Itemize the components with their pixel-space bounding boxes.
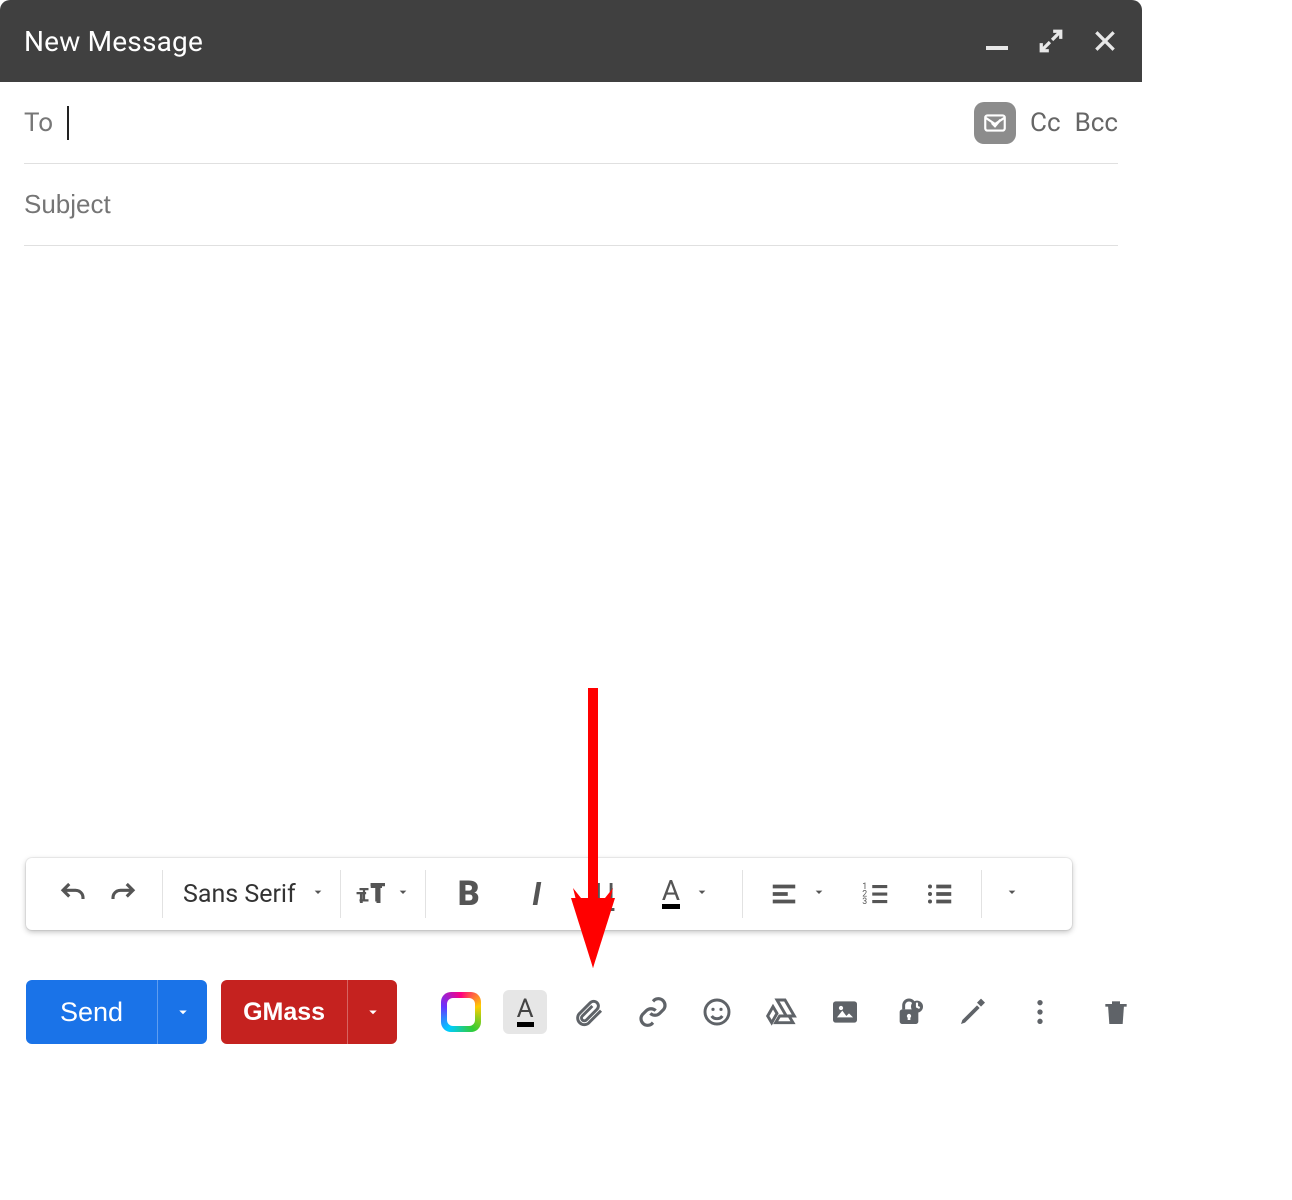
font-size-button[interactable]: тT	[345, 870, 421, 918]
undo-button[interactable]	[48, 870, 98, 918]
bottom-bar: Send GMass A	[26, 976, 1142, 1048]
toolbar-separator	[742, 870, 743, 918]
window-title: New Message	[24, 25, 984, 58]
header-fields: To Cc Bcc	[0, 82, 1142, 246]
chevron-down-icon	[395, 884, 411, 904]
bold-button[interactable]: B	[448, 870, 490, 918]
more-options-icon[interactable]	[1018, 990, 1062, 1034]
chevron-down-icon	[1004, 884, 1020, 904]
to-label: To	[24, 108, 53, 138]
confidential-mode-icon[interactable]	[887, 990, 931, 1034]
toolbar-separator	[425, 870, 426, 918]
to-input[interactable]	[69, 103, 974, 143]
italic-button[interactable]: I	[516, 870, 558, 918]
svg-text:T: T	[370, 879, 385, 909]
text-color-button[interactable]: A	[652, 870, 720, 918]
svg-text:т: т	[356, 884, 366, 908]
gmass-extension-icon[interactable]	[974, 102, 1016, 144]
bulleted-list-button[interactable]	[915, 870, 965, 918]
svg-text:3: 3	[862, 897, 867, 907]
gmass-button[interactable]: GMass	[221, 980, 347, 1044]
attach-file-icon[interactable]	[567, 990, 611, 1034]
compose-tool-icons: A	[439, 990, 1008, 1034]
chevron-down-icon	[811, 884, 827, 904]
toolbar-separator	[162, 870, 163, 918]
format-toolbar: Sans Serif тT B I U A 123	[26, 858, 1072, 930]
toolbar-separator	[981, 870, 982, 918]
underline-button[interactable]: U	[584, 870, 626, 918]
font-family-select[interactable]: Sans Serif	[167, 870, 336, 918]
more-formatting-button[interactable]	[986, 870, 1030, 918]
titlebar: New Message	[0, 0, 1142, 82]
align-button[interactable]	[759, 870, 837, 918]
expand-icon[interactable]	[1038, 28, 1064, 54]
window-controls	[984, 28, 1118, 54]
discard-draft-icon[interactable]	[1094, 990, 1138, 1034]
chevron-down-icon	[694, 884, 710, 904]
numbered-list-button[interactable]: 123	[851, 870, 901, 918]
toolbar-separator	[340, 870, 341, 918]
cc-button[interactable]: Cc	[1030, 108, 1061, 138]
insert-emoji-icon[interactable]	[695, 990, 739, 1034]
formatting-options-button[interactable]: A	[503, 990, 547, 1034]
compose-window: New Message To	[0, 0, 1142, 1060]
bcc-button[interactable]: Bcc	[1075, 108, 1118, 138]
redo-button[interactable]	[98, 870, 148, 918]
chevron-down-icon	[310, 884, 326, 904]
minimize-button[interactable]	[984, 28, 1010, 54]
send-split-button: Send	[26, 980, 207, 1044]
instagram-extension-icon[interactable]	[439, 990, 483, 1034]
send-button[interactable]: Send	[26, 980, 157, 1044]
insert-photo-icon[interactable]	[823, 990, 867, 1034]
subject-row	[24, 164, 1118, 246]
insert-drive-icon[interactable]	[759, 990, 803, 1034]
close-icon[interactable]	[1092, 28, 1118, 54]
insert-signature-icon[interactable]	[951, 990, 995, 1034]
subject-input[interactable]	[24, 189, 1118, 220]
gmass-more-button[interactable]	[347, 980, 397, 1044]
send-more-button[interactable]	[157, 980, 207, 1044]
insert-link-icon[interactable]	[631, 990, 675, 1034]
gmass-split-button: GMass	[221, 980, 397, 1044]
to-row: To Cc Bcc	[24, 82, 1118, 164]
